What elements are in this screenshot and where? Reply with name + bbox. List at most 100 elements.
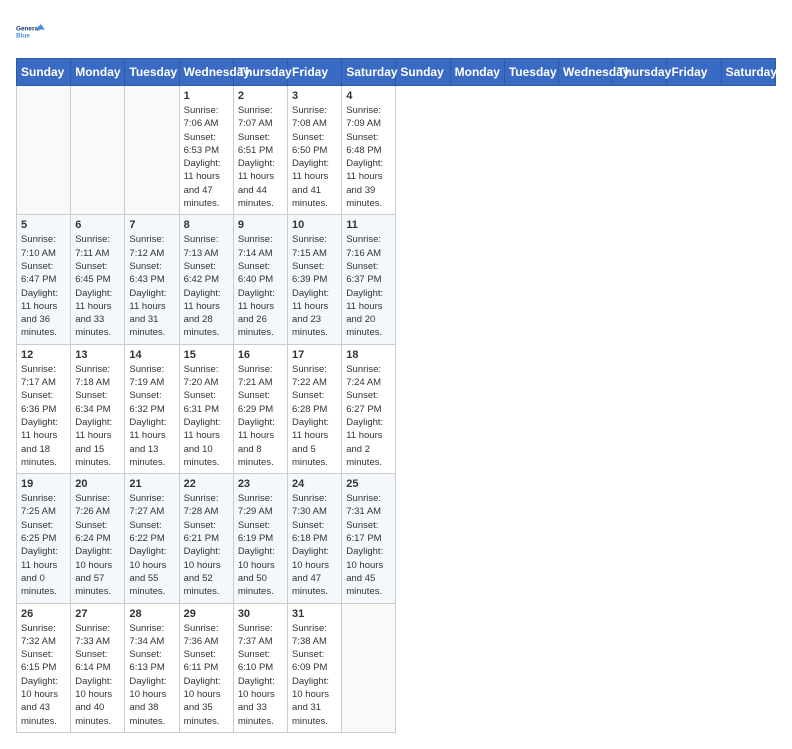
svg-text:Blue: Blue xyxy=(16,33,30,40)
day-cell: 12Sunrise: 7:17 AMSunset: 6:36 PMDayligh… xyxy=(17,344,71,473)
day-info: Sunrise: 7:12 AMSunset: 6:43 PMDaylight:… xyxy=(129,233,174,339)
day-number: 8 xyxy=(184,219,229,231)
calendar-table: SundayMondayTuesdayWednesdayThursdayFrid… xyxy=(16,58,776,733)
day-info: Sunrise: 7:28 AMSunset: 6:21 PMDaylight:… xyxy=(184,492,229,598)
day-cell xyxy=(71,86,125,215)
day-number: 21 xyxy=(129,478,174,490)
week-row-5: 26 Sunrise: 7:32 AMSunset: 6:15 PMDayligh… xyxy=(17,603,776,732)
day-info: Sunrise: 7:27 AMSunset: 6:22 PMDaylight:… xyxy=(129,492,174,598)
col-header-tuesday: Tuesday xyxy=(125,59,179,86)
col-header-saturday: Saturday xyxy=(721,59,775,86)
day-info: Sunrise: 7:16 AMSunset: 6:37 PMDaylight:… xyxy=(346,233,391,339)
day-cell: 11Sunrise: 7:16 AMSunset: 6:37 PMDayligh… xyxy=(342,215,396,344)
day-number: 25 xyxy=(346,478,391,490)
day-number: 2 xyxy=(238,90,283,102)
day-cell: 2 Sunrise: 7:07 AMSunset: 6:51 PMDaylight… xyxy=(233,86,287,215)
svg-text:General: General xyxy=(16,25,40,32)
day-cell: 10Sunrise: 7:15 AMSunset: 6:39 PMDayligh… xyxy=(288,215,342,344)
day-info: Sunrise: 7:36 AMSunset: 6:11 PMDaylight:… xyxy=(184,622,229,728)
day-number: 28 xyxy=(129,608,174,620)
day-cell xyxy=(17,86,71,215)
day-info: Sunrise: 7:25 AMSunset: 6:25 PMDaylight:… xyxy=(21,492,66,598)
day-number: 23 xyxy=(238,478,283,490)
day-number: 4 xyxy=(346,90,391,102)
day-info: Sunrise: 7:14 AMSunset: 6:40 PMDaylight:… xyxy=(238,233,283,339)
day-info: Sunrise: 7:21 AMSunset: 6:29 PMDaylight:… xyxy=(238,363,283,469)
day-number: 3 xyxy=(292,90,337,102)
day-number: 16 xyxy=(238,349,283,361)
day-number: 14 xyxy=(129,349,174,361)
day-info: Sunrise: 7:34 AMSunset: 6:13 PMDaylight:… xyxy=(129,622,174,728)
day-number: 24 xyxy=(292,478,337,490)
day-info: Sunrise: 7:10 AMSunset: 6:47 PMDaylight:… xyxy=(21,233,66,339)
day-number: 10 xyxy=(292,219,337,231)
day-cell: 15 Sunrise: 7:20 AMSunset: 6:31 PMDayligh… xyxy=(179,344,233,473)
day-cell xyxy=(342,603,396,732)
day-cell: 27Sunrise: 7:33 AMSunset: 6:14 PMDayligh… xyxy=(71,603,125,732)
day-number: 31 xyxy=(292,608,337,620)
day-info: Sunrise: 7:09 AMSunset: 6:48 PMDaylight:… xyxy=(346,104,391,210)
day-info: Sunrise: 7:08 AMSunset: 6:50 PMDaylight:… xyxy=(292,104,337,210)
day-number: 30 xyxy=(238,608,283,620)
day-cell: 19 Sunrise: 7:25 AMSunset: 6:25 PMDayligh… xyxy=(17,474,71,603)
day-number: 7 xyxy=(129,219,174,231)
day-info: Sunrise: 7:31 AMSunset: 6:17 PMDaylight:… xyxy=(346,492,391,598)
day-number: 20 xyxy=(75,478,120,490)
day-number: 13 xyxy=(75,349,120,361)
week-row-3: 12Sunrise: 7:17 AMSunset: 6:36 PMDayligh… xyxy=(17,344,776,473)
col-header-thursday: Thursday xyxy=(613,59,667,86)
day-info: Sunrise: 7:24 AMSunset: 6:27 PMDaylight:… xyxy=(346,363,391,469)
day-number: 1 xyxy=(184,90,229,102)
col-header-wednesday: Wednesday xyxy=(559,59,613,86)
day-cell: 22Sunrise: 7:28 AMSunset: 6:21 PMDayligh… xyxy=(179,474,233,603)
day-info: Sunrise: 7:29 AMSunset: 6:19 PMDaylight:… xyxy=(238,492,283,598)
day-info: Sunrise: 7:19 AMSunset: 6:32 PMDaylight:… xyxy=(129,363,174,469)
day-info: Sunrise: 7:17 AMSunset: 6:36 PMDaylight:… xyxy=(21,363,66,469)
day-number: 17 xyxy=(292,349,337,361)
day-cell: 24Sunrise: 7:30 AMSunset: 6:18 PMDayligh… xyxy=(288,474,342,603)
col-header-thursday: Thursday xyxy=(233,59,287,86)
day-number: 15 xyxy=(184,349,229,361)
week-row-1: 1Sunrise: 7:06 AMSunset: 6:53 PMDaylight… xyxy=(17,86,776,215)
col-header-monday: Monday xyxy=(450,59,504,86)
day-cell: 14 Sunrise: 7:19 AMSunset: 6:32 PMDayligh… xyxy=(125,344,179,473)
col-header-friday: Friday xyxy=(667,59,721,86)
day-number: 19 xyxy=(21,478,66,490)
day-cell: 25 Sunrise: 7:31 AMSunset: 6:17 PMDayligh… xyxy=(342,474,396,603)
col-header-sunday: Sunday xyxy=(396,59,450,86)
col-header-tuesday: Tuesday xyxy=(504,59,558,86)
day-info: Sunrise: 7:26 AMSunset: 6:24 PMDaylight:… xyxy=(75,492,120,598)
col-header-sunday: Sunday xyxy=(17,59,71,86)
week-row-4: 19 Sunrise: 7:25 AMSunset: 6:25 PMDayligh… xyxy=(17,474,776,603)
day-info: Sunrise: 7:32 AMSunset: 6:15 PMDaylight:… xyxy=(21,622,66,728)
day-info: Sunrise: 7:22 AMSunset: 6:28 PMDaylight:… xyxy=(292,363,337,469)
day-info: Sunrise: 7:20 AMSunset: 6:31 PMDaylight:… xyxy=(184,363,229,469)
day-number: 5 xyxy=(21,219,66,231)
day-number: 18 xyxy=(346,349,391,361)
day-info: Sunrise: 7:07 AMSunset: 6:51 PMDaylight:… xyxy=(238,104,283,210)
day-cell: 3 Sunrise: 7:08 AMSunset: 6:50 PMDaylight… xyxy=(288,86,342,215)
day-info: Sunrise: 7:38 AMSunset: 6:09 PMDaylight:… xyxy=(292,622,337,728)
col-header-saturday: Saturday xyxy=(342,59,396,86)
day-cell: 8Sunrise: 7:13 AMSunset: 6:42 PMDaylight… xyxy=(179,215,233,344)
day-cell: 18 Sunrise: 7:24 AMSunset: 6:27 PMDayligh… xyxy=(342,344,396,473)
week-row-2: 5 Sunrise: 7:10 AMSunset: 6:47 PMDaylight… xyxy=(17,215,776,344)
day-cell: 30 Sunrise: 7:37 AMSunset: 6:10 PMDayligh… xyxy=(233,603,287,732)
day-cell: 23 Sunrise: 7:29 AMSunset: 6:19 PMDayligh… xyxy=(233,474,287,603)
day-number: 26 xyxy=(21,608,66,620)
col-header-wednesday: Wednesday xyxy=(179,59,233,86)
day-cell: 4 Sunrise: 7:09 AMSunset: 6:48 PMDaylight… xyxy=(342,86,396,215)
day-info: Sunrise: 7:11 AMSunset: 6:45 PMDaylight:… xyxy=(75,233,120,339)
day-info: Sunrise: 7:37 AMSunset: 6:10 PMDaylight:… xyxy=(238,622,283,728)
day-cell: 13Sunrise: 7:18 AMSunset: 6:34 PMDayligh… xyxy=(71,344,125,473)
day-number: 29 xyxy=(184,608,229,620)
day-cell xyxy=(125,86,179,215)
day-cell: 21 Sunrise: 7:27 AMSunset: 6:22 PMDayligh… xyxy=(125,474,179,603)
day-cell: 6Sunrise: 7:11 AMSunset: 6:45 PMDaylight… xyxy=(71,215,125,344)
day-cell: 28 Sunrise: 7:34 AMSunset: 6:13 PMDayligh… xyxy=(125,603,179,732)
header-row: SundayMondayTuesdayWednesdayThursdayFrid… xyxy=(17,59,776,86)
logo-icon: GeneralBlue xyxy=(16,16,48,48)
day-number: 9 xyxy=(238,219,283,231)
day-number: 27 xyxy=(75,608,120,620)
col-header-friday: Friday xyxy=(288,59,342,86)
